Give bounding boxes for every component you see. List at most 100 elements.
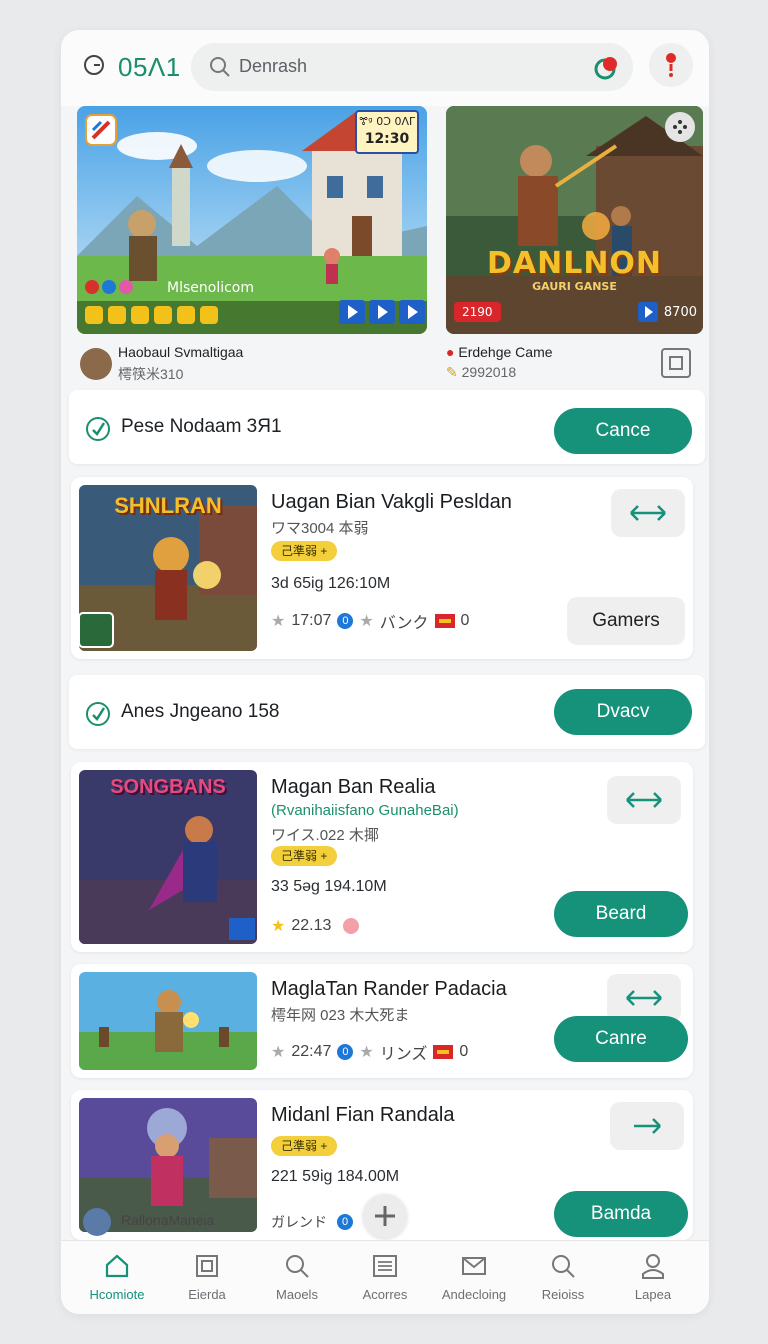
play-arrows[interactable]	[339, 300, 425, 324]
nav-item-reioiss[interactable]: Reioiss	[523, 1251, 603, 1302]
card-size: 3d 65ig 126:10M	[271, 575, 391, 592]
nav-item-eierda[interactable]: Eierda	[167, 1251, 247, 1302]
stat-label: バンク	[379, 615, 429, 632]
card-tag: 己準弱 +	[271, 1136, 338, 1156]
info-badge: 0	[337, 1044, 354, 1060]
mini-player-strip[interactable]: RallonaManeia ガレンド 0	[75, 1194, 695, 1240]
swap-button[interactable]	[607, 776, 681, 824]
face-icon	[343, 918, 360, 934]
play-icon	[637, 302, 658, 322]
game-card-2[interactable]: SONGBANS Magan Ban Realia (Rvanihaiisfan…	[71, 762, 693, 952]
star-icon: ★	[271, 613, 286, 630]
game-card-1[interactable]: SHNLRAN Uagan Bian Vakgli Pesldan ワマ3004…	[71, 477, 693, 659]
game-thumbnail: SONGBANS	[79, 770, 257, 944]
card-title: Uagan Bian Vakgli Pesldan	[271, 491, 512, 513]
more-menu-button[interactable]	[649, 43, 693, 87]
nav-item-acorres[interactable]: Acorres	[345, 1251, 425, 1302]
clock-icon	[84, 55, 104, 75]
banner-1-meta: Haobaul Svmaltigaa 樗筷米310	[80, 344, 243, 384]
card-subtitle: ワイス.022 木揶	[271, 827, 379, 844]
card-stats: ★ 17:07 0 ★ バンク 0	[271, 609, 469, 633]
play-icon	[339, 300, 365, 324]
canre-button[interactable]: Canre	[554, 1016, 688, 1062]
fab-add-button[interactable]	[363, 1194, 407, 1238]
beard-button[interactable]: Beard	[554, 891, 688, 937]
banner-2-subtitle: 2992018	[461, 364, 517, 380]
featured-banner-2[interactable]: DANLNON GAURI GANSE 2190 8700	[446, 106, 703, 334]
search-input[interactable]: Denrash	[239, 56, 307, 77]
price-badge: 2190	[454, 302, 501, 322]
nav-item-lapea[interactable]: Lapea	[613, 1251, 693, 1302]
banner-1-overlay-label: Mlsenolicom	[167, 280, 254, 296]
section-title: Anes Jngeano 158	[121, 701, 280, 722]
game-card-3[interactable]: MaglaTan Rander Padacia 樗年网 023 木大死ま ★ 22…	[71, 964, 693, 1078]
stat-label: リンズ	[379, 1046, 428, 1063]
card-tag: 己準弱 +	[271, 541, 338, 561]
star-icon: ★	[271, 918, 286, 935]
card-title: Midanl Fian Randala	[271, 1104, 455, 1126]
thumbnail-logo: SONGBANS	[110, 776, 226, 798]
rating-value: 22.13	[291, 917, 332, 934]
avatar	[83, 1208, 111, 1236]
card-title: Magan Ban Realia	[271, 776, 436, 798]
card-subtitle: 樗年网 023 木大死ま	[271, 1007, 410, 1024]
banner-2-title: Erdehge Came	[458, 344, 553, 360]
game-logo-subtitle: GAURI GANSE	[532, 280, 617, 293]
dvacv-button[interactable]: Dvacv	[554, 689, 692, 735]
expand-icon[interactable]	[661, 348, 691, 378]
home-icon	[105, 1254, 129, 1278]
featured-banner-1[interactable]: ꔅᵍ 0Ͻ 0ΛΓ 12:30 Mlsenolicom	[77, 106, 427, 334]
swap-arrows-icon	[626, 792, 662, 808]
search-icon	[210, 57, 230, 77]
nav-item-andecloing[interactable]: Andecloing	[434, 1251, 514, 1302]
gamers-button[interactable]: Gamers	[567, 597, 685, 645]
square-icon	[196, 1255, 218, 1277]
search-bar[interactable]: Denrash	[191, 43, 633, 91]
rating-value: 17:07	[291, 612, 332, 629]
alert-dot-icon	[666, 53, 676, 77]
star-icon: ★	[359, 1044, 374, 1061]
nav-item-maoels[interactable]: Maoels	[257, 1251, 337, 1302]
user-icon	[642, 1254, 664, 1279]
swap-button[interactable]	[611, 489, 685, 537]
card-size: 221 59ig 184.00M	[271, 1168, 400, 1185]
stat-count: 0	[460, 612, 470, 629]
swap-button[interactable]	[607, 974, 681, 1022]
card-title: MaglaTan Rander Padacia	[271, 978, 507, 1000]
card-tag: 己準弱 +	[271, 846, 338, 866]
card-subtitle: ワマ3004 本弱	[271, 520, 369, 537]
forward-button[interactable]	[610, 1102, 684, 1150]
banner-1-title: Haobaul Svmaltigaa	[118, 344, 244, 360]
arrow-right-icon	[634, 1118, 661, 1134]
plus-icon	[375, 1206, 395, 1226]
bottom-nav: Hcomiote Eierda Maoels Acorres Andecloin…	[61, 1240, 709, 1314]
star-icon: ★	[359, 613, 374, 630]
strip-badge: 0	[337, 1214, 353, 1230]
play-icon	[399, 300, 425, 324]
swap-arrows-icon	[626, 990, 662, 1006]
target-icon	[86, 417, 110, 441]
record-icon[interactable]	[593, 55, 619, 81]
star-icon: ★	[271, 1044, 286, 1061]
phone-screen: 05Λ1 Denrash ꔅᵍ 0Ͻ 0ΛΓ 12:30 Mlsenolicom…	[61, 30, 709, 1314]
mail-icon	[462, 1257, 486, 1275]
section-header-2: Anes Jngeano 158 Dvacv	[69, 675, 705, 749]
pencil-icon: ✎	[446, 364, 458, 380]
banner-2-meta: ● Erdehge Came ✎ 2992018	[446, 344, 553, 381]
flame-icon: ●	[446, 344, 455, 360]
nav-item-home[interactable]: Hcomiote	[77, 1251, 157, 1302]
card-subtitle-green: (Rvanihaiisfano GunaheBai)	[271, 802, 459, 819]
swap-arrows-icon	[630, 505, 666, 521]
search-icon	[552, 1255, 575, 1278]
flag-icon	[434, 614, 455, 628]
game-thumbnail: SHNLRAN	[79, 485, 257, 651]
search-icon	[286, 1255, 309, 1278]
strip-title: RallonaManeia	[121, 1212, 215, 1228]
flag-icon	[433, 1045, 454, 1059]
app-logo-icon	[85, 114, 117, 146]
play-count[interactable]: 8700	[637, 302, 697, 322]
game-thumbnail	[79, 972, 257, 1070]
gamepad-icon[interactable]	[665, 112, 695, 142]
cancel-button[interactable]: Cance	[554, 408, 692, 454]
list-icon	[373, 1255, 397, 1277]
